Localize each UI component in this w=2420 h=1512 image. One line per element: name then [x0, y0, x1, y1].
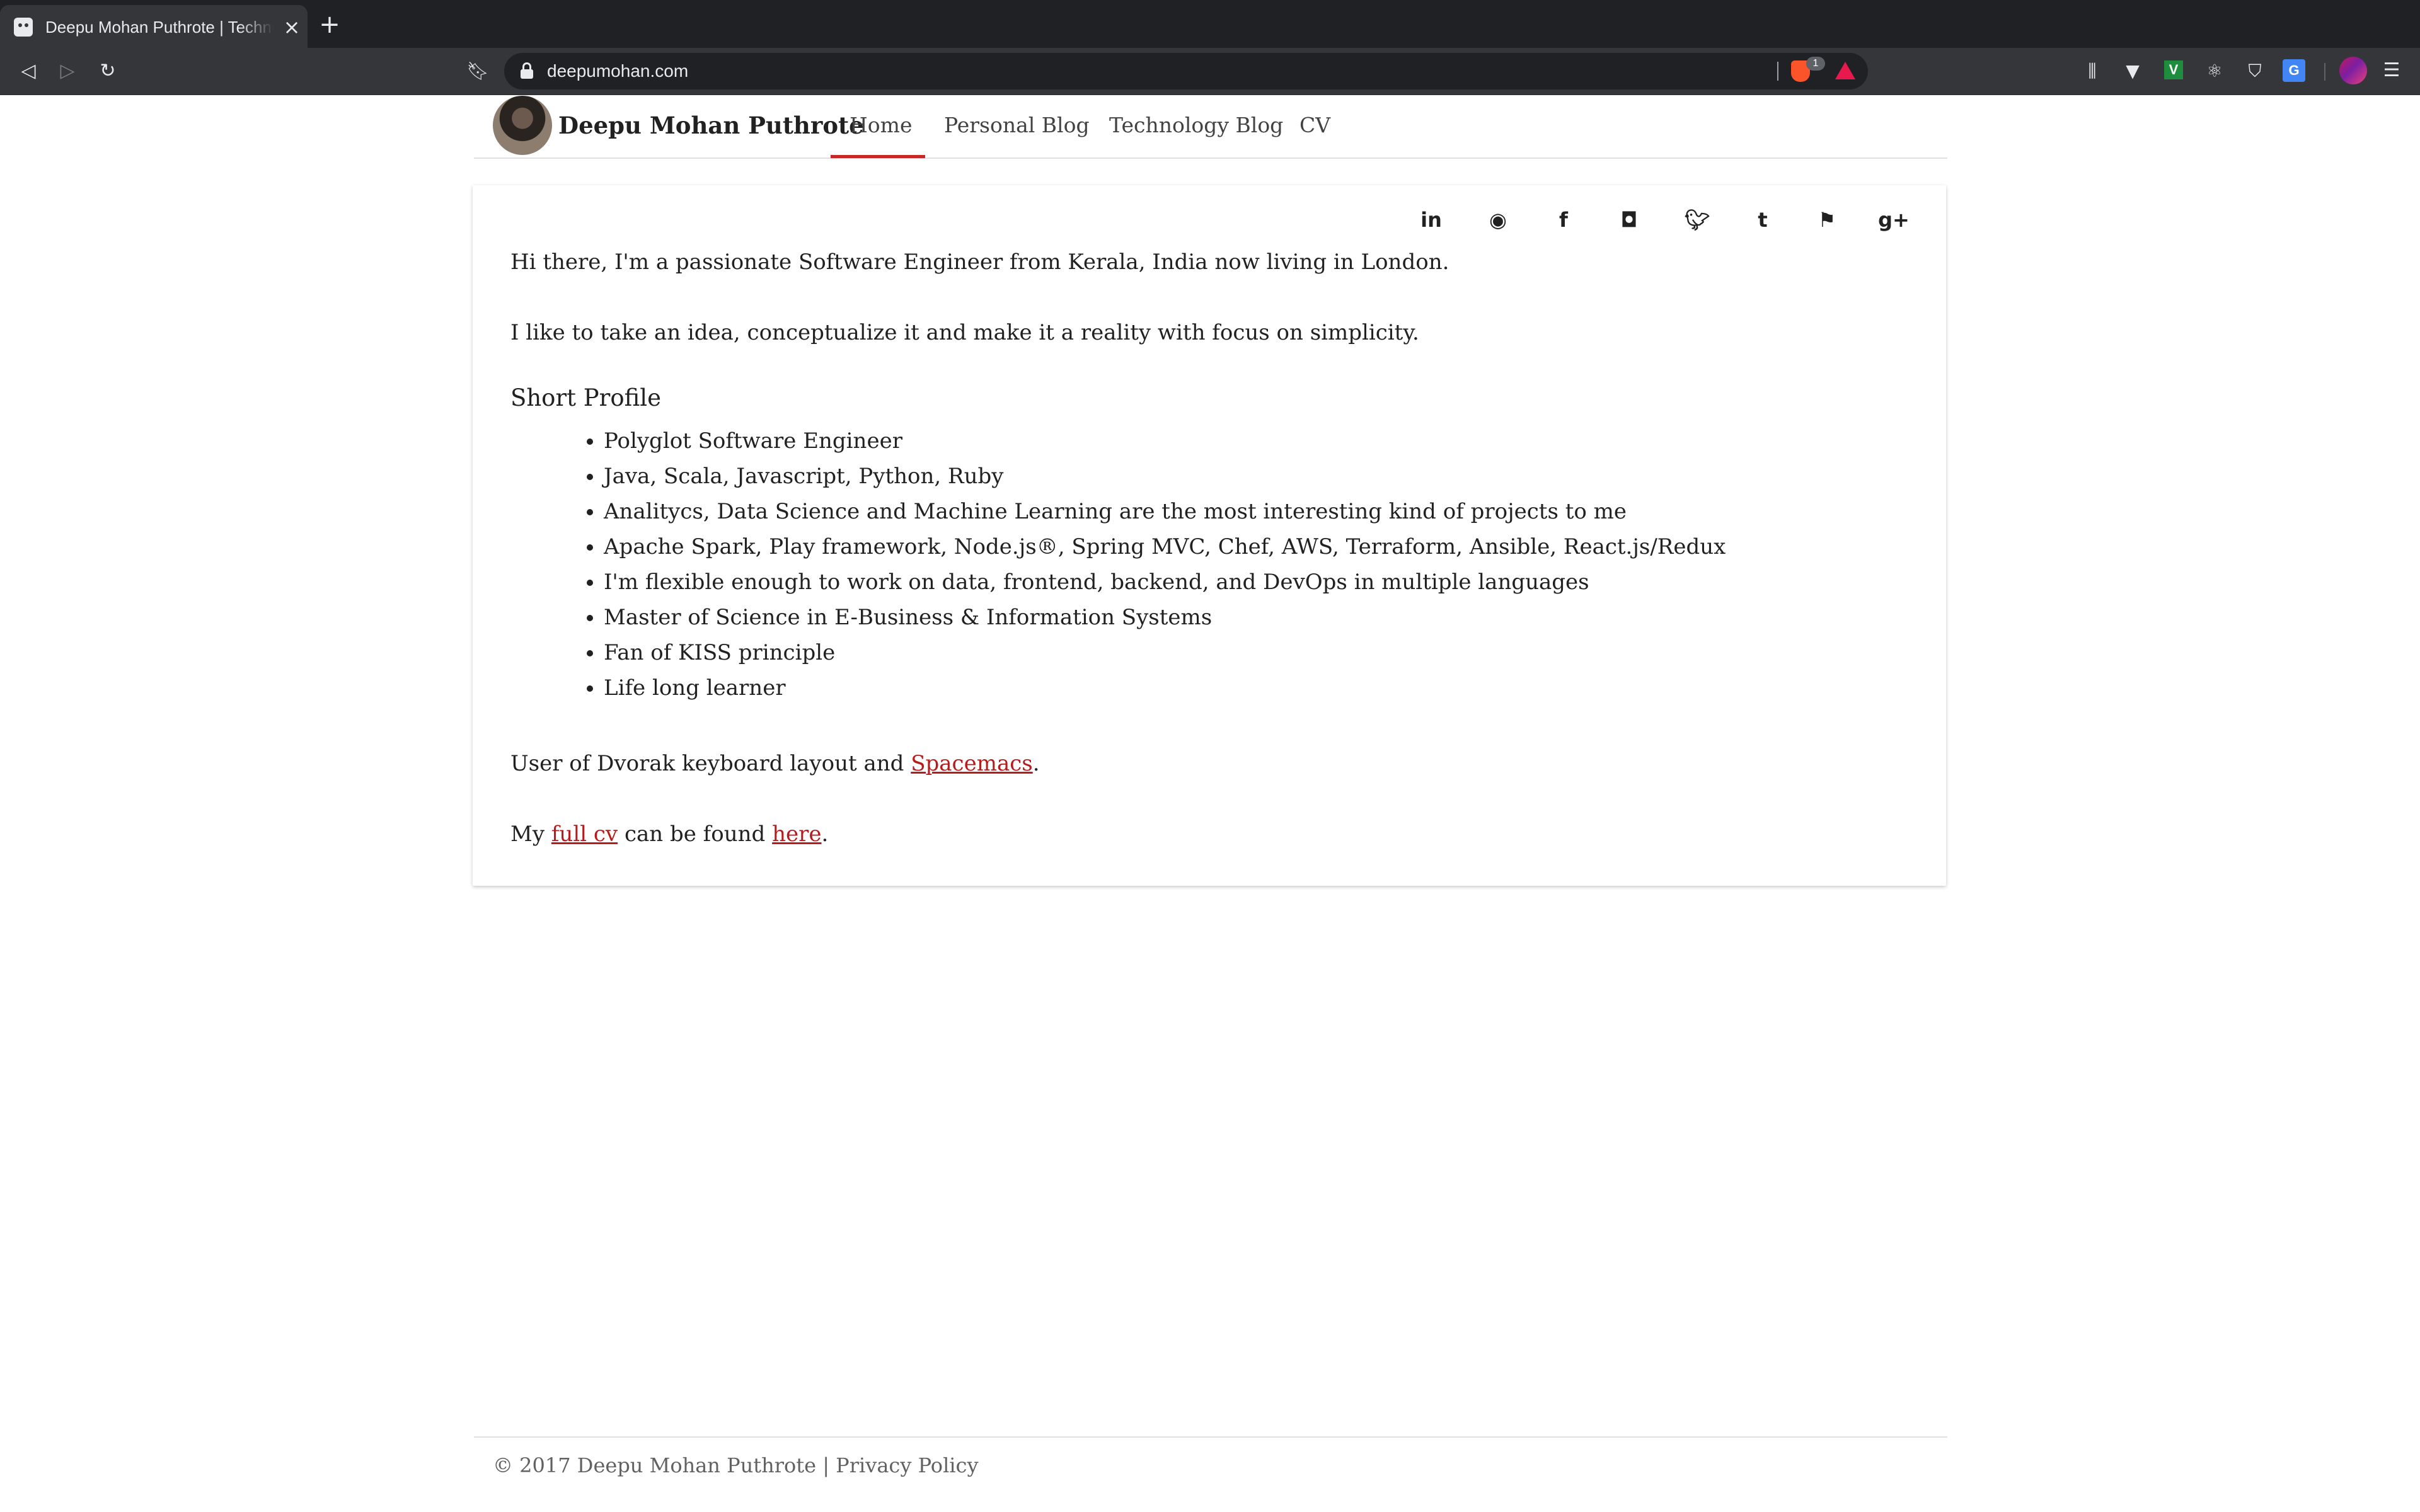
bookmark-icon[interactable]: 🔖︎ — [465, 55, 490, 87]
instagram-icon[interactable]: ◘ — [1613, 204, 1645, 236]
browser-tab-strip: Deepu Mohan Puthrote | Technology Blog ×… — [0, 0, 2420, 48]
extension-pocket-icon[interactable]: ⛉ — [2242, 58, 2267, 84]
list-item: I'm flexible enough to work on data, fro… — [604, 564, 1726, 600]
site-header: Deepu Mohan Puthrote Home Personal Blog … — [474, 94, 1947, 159]
extension-react-icon[interactable]: ⚛ — [2202, 58, 2227, 84]
omnibox-divider — [1777, 62, 1778, 81]
menu-icon[interactable]: ☰ — [2382, 57, 2401, 84]
spacemacs-link[interactable]: Spacemacs — [911, 751, 1033, 776]
facebook-icon[interactable]: f — [1548, 204, 1579, 236]
extension-bars-icon[interactable]: ⫼ — [2080, 58, 2105, 84]
foursquare-icon[interactable]: ⚑ — [1811, 204, 1843, 236]
dvorak-text: User of Dvorak keyboard layout and — [510, 751, 911, 776]
profile-avatar[interactable] — [2339, 57, 2367, 84]
short-profile-list: Polyglot Software Engineer Java, Scala, … — [510, 423, 1726, 706]
nav-active-indicator — [831, 155, 925, 158]
here-link[interactable]: here — [772, 822, 821, 847]
cv-paragraph: My full cv can be found here. — [510, 816, 828, 852]
url-text[interactable]: deepumohan.com — [547, 59, 688, 83]
extension-v-icon[interactable]: V — [2164, 60, 2183, 79]
close-tab-icon[interactable]: × — [281, 16, 302, 38]
twitter-icon[interactable]: 🐦︎ — [1681, 204, 1713, 236]
back-icon[interactable]: ◁ — [13, 55, 44, 87]
list-item: Master of Science in E-Business & Inform… — [604, 600, 1726, 635]
toolbar-divider — [2324, 63, 2325, 81]
extension-vuejs-icon[interactable]: ▼ — [2120, 58, 2145, 84]
browser-tab[interactable]: Deepu Mohan Puthrote | Technology Blog × — [0, 5, 308, 48]
forward-icon[interactable]: ▷ — [52, 55, 83, 87]
idea-paragraph: I like to take an idea, conceptualize it… — [510, 320, 1419, 345]
tab-title: Deepu Mohan Puthrote | Technology Blog — [45, 18, 274, 37]
new-tab-icon[interactable]: + — [319, 12, 340, 37]
shields-count-badge: 1 — [1806, 57, 1825, 71]
nav-home[interactable]: Home — [850, 108, 912, 142]
dvorak-paragraph: User of Dvorak keyboard layout and Space… — [510, 746, 1040, 781]
brave-rewards-icon[interactable] — [1835, 62, 1855, 79]
footer-copyright: © 2017 Deepu Mohan Puthrote | Privacy Po… — [493, 1453, 979, 1477]
cv-period: . — [821, 822, 829, 847]
tumblr-icon[interactable]: t — [1747, 204, 1778, 236]
list-item: Life long learner — [604, 670, 1726, 706]
extension-translate-icon[interactable]: G — [2283, 59, 2305, 82]
site-title[interactable]: Deepu Mohan Puthrote — [558, 108, 864, 142]
list-item: Polyglot Software Engineer — [604, 423, 1726, 459]
nav-cv[interactable]: CV — [1299, 108, 1330, 142]
lock-icon[interactable] — [521, 62, 533, 80]
linkedin-icon[interactable]: in — [1415, 204, 1447, 236]
short-profile-heading: Short Profile — [510, 384, 662, 411]
github-icon[interactable]: ◉ — [1482, 204, 1514, 236]
list-item: Fan of KISS principle — [604, 635, 1726, 670]
nav-personal-blog[interactable]: Personal Blog — [944, 108, 1090, 142]
about-card: in ◉ f ◘ 🐦︎ t ⚑ g+ Hi there, I'm a passi… — [473, 185, 1946, 886]
cv-middle-text: can be found — [618, 822, 773, 847]
list-item: Apache Spark, Play framework, Node.js®, … — [604, 529, 1726, 564]
author-avatar[interactable] — [493, 96, 552, 155]
intro-paragraph: Hi there, I'm a passionate Software Engi… — [510, 249, 1449, 275]
site-footer: © 2017 Deepu Mohan Puthrote | Privacy Po… — [474, 1436, 1947, 1488]
cv-prefix-text: My — [510, 822, 551, 847]
list-item: Analitycs, Data Science and Machine Lear… — [604, 494, 1726, 529]
reload-icon[interactable]: ↻ — [92, 55, 124, 87]
nav-technology-blog[interactable]: Technology Blog — [1109, 108, 1283, 142]
list-item: Java, Scala, Javascript, Python, Ruby — [604, 459, 1726, 494]
google-plus-icon[interactable]: g+ — [1878, 204, 1910, 236]
browser-toolbar: ◁ ▷ ↻ 🔖︎ deepumohan.com 1 ⫼ ▼ V ⚛ ⛉ G ☰ — [0, 48, 2420, 95]
full-cv-link[interactable]: full cv — [551, 822, 618, 847]
address-bar[interactable]: deepumohan.com 1 — [504, 53, 1868, 89]
site-favicon-icon — [14, 18, 33, 37]
dvorak-period: . — [1032, 751, 1040, 776]
